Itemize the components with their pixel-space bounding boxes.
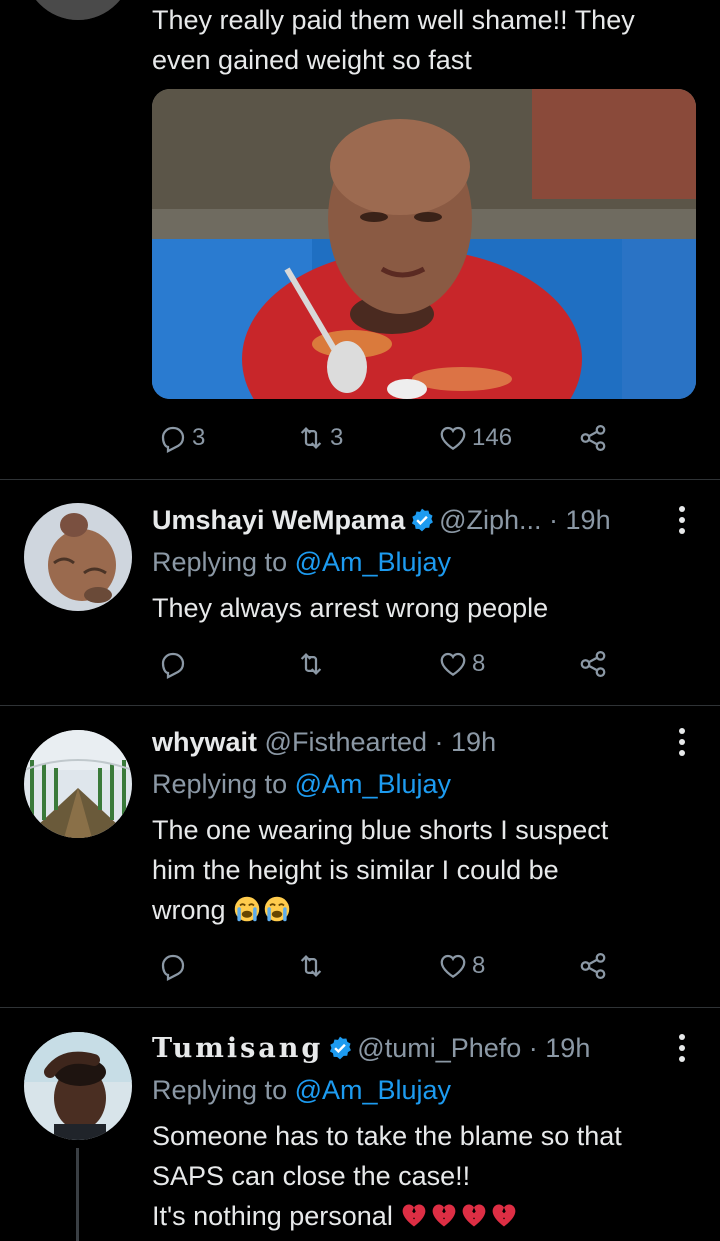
display-name[interactable]: Umshayi WeMpama: [152, 505, 405, 535]
retweet-button[interactable]: [296, 946, 326, 986]
tweet-header: whywait @Fisthearted · 19h: [152, 724, 496, 760]
more-icon[interactable]: [670, 726, 694, 758]
mention-link[interactable]: @Am_Blujay: [295, 1075, 451, 1105]
reply-button[interactable]: [158, 644, 188, 684]
broken-heart-emoji: [402, 1204, 426, 1227]
display-name[interactable]: whywait: [152, 727, 257, 757]
retweet-button[interactable]: 3: [296, 418, 343, 458]
like-button[interactable]: 8: [438, 644, 485, 684]
tweet-text: Someone has to take the blame so that SA…: [152, 1116, 702, 1236]
retweet-button[interactable]: [296, 644, 326, 684]
share-icon: [580, 651, 606, 677]
tweet-text: They really paid them well shame!! They …: [152, 5, 635, 75]
timestamp[interactable]: · 19h: [435, 727, 497, 757]
replying-to-label: Replying to: [152, 547, 295, 577]
reply-icon: [161, 954, 185, 981]
tweet-text-content: The one wearing blue shorts I suspect hi…: [152, 815, 609, 925]
like-icon: [440, 426, 466, 450]
replying-to-label: Replying to: [152, 1075, 295, 1105]
verified-badge-icon: [412, 508, 434, 532]
broken-heart-emoji: [492, 1204, 516, 1227]
more-icon[interactable]: [670, 504, 694, 536]
divider: [0, 705, 720, 706]
avatar[interactable]: [24, 0, 132, 20]
share-icon: [580, 953, 606, 979]
reply-count: 3: [192, 424, 206, 451]
like-icon: [440, 954, 466, 978]
tweet-header: Tumisang @tumi_Phefo · 19h: [152, 1030, 590, 1066]
loudly-crying-face-emoji: [234, 896, 260, 922]
tweet-actions: 3 3 146: [152, 418, 622, 458]
reply-button[interactable]: [158, 946, 188, 986]
share-button[interactable]: [578, 644, 608, 684]
divider: [0, 479, 720, 480]
handle[interactable]: @Ziph...: [439, 505, 541, 535]
verified-badge-icon: [330, 1036, 352, 1060]
tweet-image[interactable]: [152, 89, 696, 399]
replying-to: Replying to @Am_Blujay: [152, 1072, 451, 1108]
tweet-text-line: It's nothing personal: [152, 1201, 401, 1231]
tweet-text: They always arrest wrong people: [152, 593, 549, 623]
tweet-actions: 8: [152, 644, 622, 684]
avatar[interactable]: [24, 1032, 132, 1140]
retweet-count: 3: [330, 424, 344, 451]
share-button[interactable]: [578, 418, 608, 458]
retweet-icon: [300, 427, 322, 449]
tweet-text-line: Someone has to take the blame so that SA…: [152, 1121, 622, 1191]
handle[interactable]: @tumi_Phefo: [357, 1033, 521, 1063]
divider: [0, 1007, 720, 1008]
avatar[interactable]: [24, 730, 132, 838]
retweet-icon: [300, 653, 322, 675]
thread-line: [76, 1148, 79, 1241]
retweet-icon: [300, 955, 322, 977]
timestamp[interactable]: · 19h: [549, 505, 611, 535]
handle[interactable]: @Fisthearted: [265, 727, 427, 757]
loudly-crying-face-emoji: [264, 896, 290, 922]
replying-to: Replying to @Am_Blujay: [152, 766, 451, 802]
tweet-text: The one wearing blue shorts I suspect hi…: [152, 810, 702, 930]
broken-heart-emoji: [462, 1204, 486, 1227]
reply-button[interactable]: 3: [158, 418, 205, 458]
reply-icon: [161, 426, 185, 453]
mention-link[interactable]: @Am_Blujay: [295, 547, 451, 577]
more-icon[interactable]: [670, 1032, 694, 1064]
replying-to-label: Replying to: [152, 769, 295, 799]
display-name[interactable]: Tumisang: [152, 1033, 323, 1064]
like-icon: [440, 652, 466, 676]
like-count: 146: [472, 424, 513, 451]
reply-icon: [161, 652, 185, 679]
like-button[interactable]: 8: [438, 946, 485, 986]
like-count: 8: [472, 650, 486, 677]
like-count: 8: [472, 952, 486, 979]
share-icon: [580, 425, 606, 451]
share-button[interactable]: [578, 946, 608, 986]
replying-to: Replying to @Am_Blujay: [152, 544, 451, 580]
timestamp[interactable]: · 19h: [529, 1033, 591, 1063]
avatar[interactable]: [24, 503, 132, 611]
tweet-actions: 8: [152, 946, 622, 986]
mention-link[interactable]: @Am_Blujay: [295, 769, 451, 799]
tweet-header: Umshayi WeMpama @Ziph... · 19h: [152, 502, 611, 538]
like-button[interactable]: 146: [438, 418, 512, 458]
broken-heart-emoji: [432, 1204, 456, 1227]
